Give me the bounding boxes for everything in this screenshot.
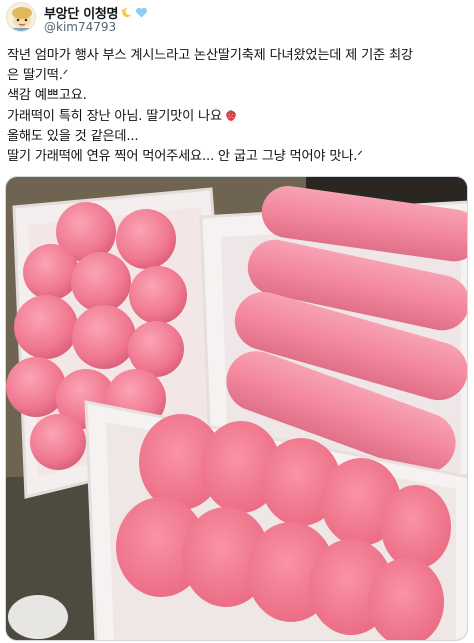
strawberry-icon bbox=[226, 109, 236, 121]
avatar[interactable] bbox=[6, 2, 36, 32]
avatar-illustration-icon bbox=[7, 3, 35, 31]
tweet-line: 은 딸기떡.ᐟ bbox=[7, 68, 69, 84]
tweet-line: 올해도 있을 것 같은데... bbox=[7, 128, 139, 144]
tweet-line: 딸기 가래떡에 연유 찍어 먹어주세요... 안 굽고 그냥 먹어야 맛나.ᐟ bbox=[7, 149, 363, 165]
tweet-text: 작년 엄마가 행사 부스 계시느라고 논산딸기축제 다녀왔었는데 제 기준 최강… bbox=[7, 46, 469, 167]
tweet-line: 가래떡이 특히 장난 아님. 딸기맛이 나요 bbox=[7, 108, 222, 124]
tweet-line: 작년 엄마가 행사 부스 계시느라고 논산딸기축제 다녀왔었는데 제 기준 최강 bbox=[7, 48, 413, 63]
tweet-photo[interactable] bbox=[5, 176, 468, 641]
blue-heart-icon bbox=[136, 7, 148, 18]
sparkle-moon-icon bbox=[121, 7, 132, 18]
tweet-line-with-icon: 가래떡이 특히 장난 아님. 딸기맛이 나요 bbox=[7, 107, 469, 127]
strawberry-rice-cake-photo bbox=[6, 177, 467, 640]
tweet-header: 부앙단 이청명 @kim74793 bbox=[0, 0, 474, 38]
user-handle[interactable]: @kim74793 bbox=[44, 20, 116, 34]
tweet-line: 색감 예쁘고요. bbox=[7, 88, 87, 104]
